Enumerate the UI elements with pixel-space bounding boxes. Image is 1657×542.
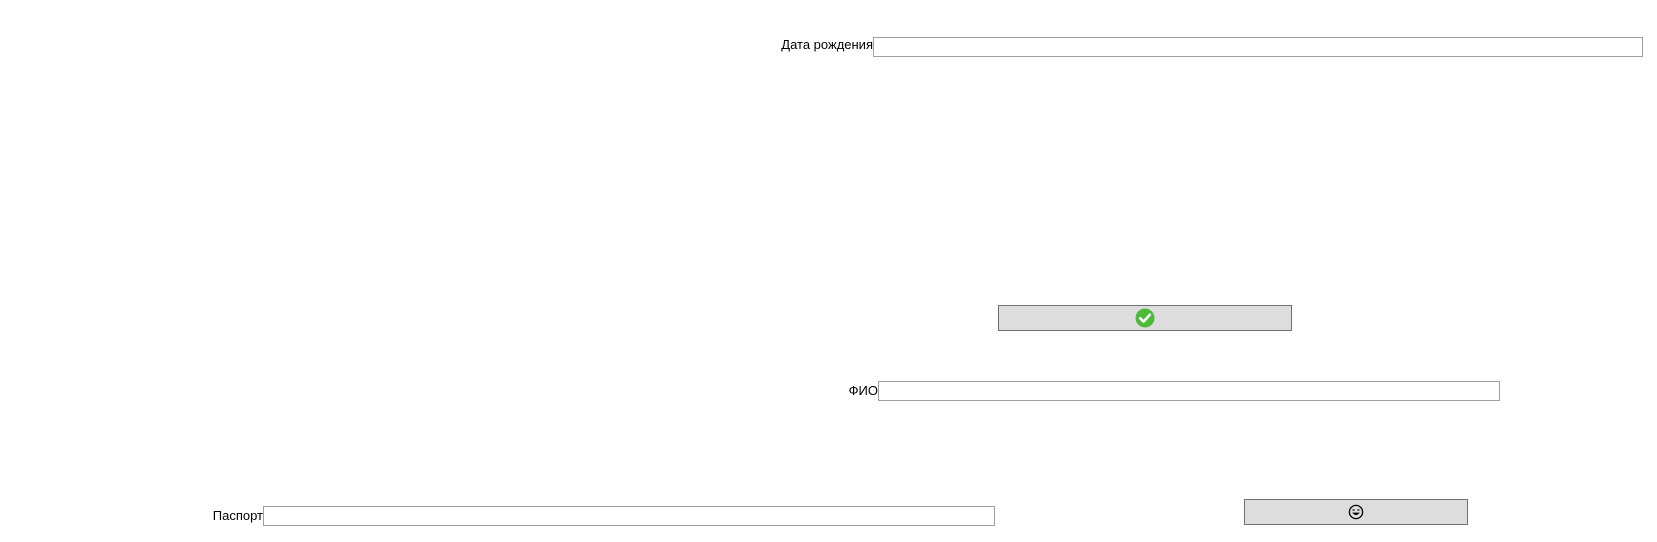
birth-date-label: Дата рождения (781, 37, 873, 52)
confirm-button[interactable] (998, 305, 1292, 331)
secondary-button[interactable] (1244, 499, 1468, 525)
check-circle-icon (1135, 308, 1155, 328)
birth-date-input[interactable] (873, 37, 1643, 57)
passport-input[interactable] (263, 506, 995, 526)
emoji-face-icon (1348, 504, 1364, 520)
full-name-input[interactable] (878, 381, 1500, 401)
full-name-label: ФИО (848, 383, 878, 398)
passport-label: Паспорт (212, 508, 263, 523)
